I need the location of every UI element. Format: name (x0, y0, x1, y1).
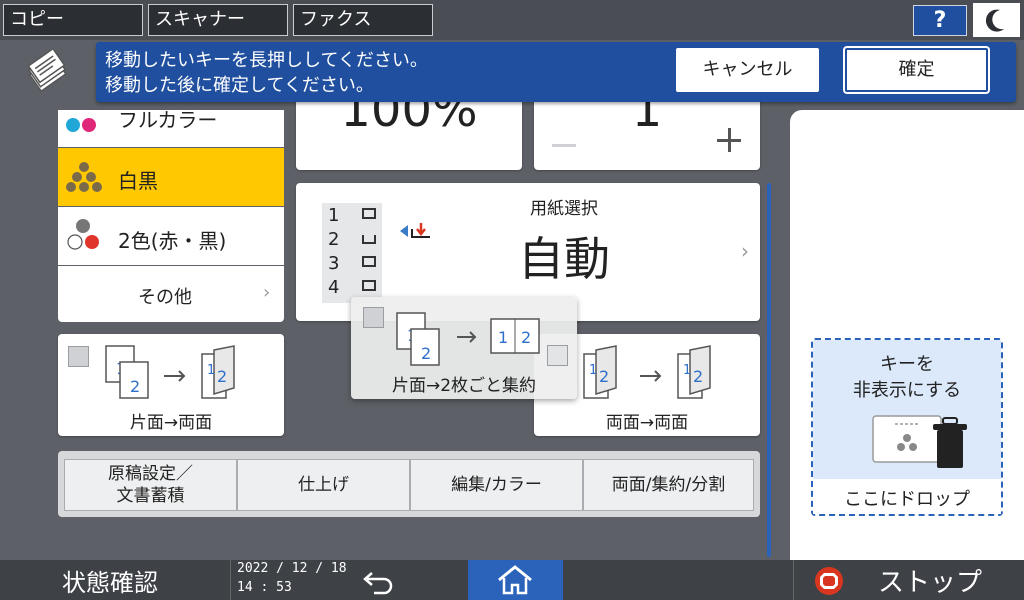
two-color-dots-icon (67, 219, 99, 250)
color-mode-full-color[interactable]: フルカラー (58, 110, 284, 147)
ratio-value: 100% (340, 100, 478, 138)
home-button[interactable] (468, 560, 563, 600)
back-button[interactable] (350, 560, 410, 600)
chevron-right-icon: › (741, 239, 749, 263)
checkbox[interactable] (547, 345, 568, 366)
single-to-2in1-icon: 1 2 1 2 (396, 312, 540, 366)
two-color-label: 2色(赤・黒) (118, 229, 227, 253)
tray-1-label: 1 (328, 205, 339, 226)
date-text: 2022 / 12 / 18 (237, 561, 347, 576)
svg-text:2: 2 (421, 344, 431, 363)
minus-button[interactable] (552, 144, 576, 147)
single-to-double-label: 片面→両面 (129, 413, 213, 433)
drop-zone-label: ここにドロップ (844, 489, 970, 510)
svg-text:1: 1 (589, 363, 597, 378)
chevron-right-icon: › (263, 282, 271, 303)
tray-2-label: 2 (328, 229, 339, 250)
time-text: 14 : 53 (237, 580, 292, 595)
status-check-button[interactable]: 状態確認 (0, 560, 230, 600)
dragging-key-2in1[interactable]: 1 2 1 2 片面→2枚ごと集約 (351, 297, 577, 399)
color-mode-other[interactable]: その他 › (58, 266, 284, 322)
drop-zone-line-1: キーを (880, 354, 934, 375)
tab-edit-color[interactable]: 編集/カラー (410, 459, 583, 511)
instruction-line-1: 移動したいキーを長押ししてください。 (105, 50, 428, 71)
bw-label: 白黒 (118, 169, 158, 193)
tab-original-settings[interactable]: 原稿設定／ 文書蓄積 (64, 459, 237, 511)
double-to-double-label: 両面→両面 (605, 413, 689, 433)
paper-tray-icon: 1 2 3 4 (322, 203, 430, 303)
svg-text:1: 1 (683, 363, 691, 378)
paper-select-title: 用紙選択 (530, 199, 598, 219)
copies-card: 1 (534, 100, 760, 170)
single-to-2in1-label: 片面→2枚ごと集約 (391, 376, 537, 396)
stop-label: ストップ (878, 568, 983, 598)
help-button[interactable]: ? (913, 5, 967, 36)
svg-text:1: 1 (207, 363, 215, 378)
color-mode-bw[interactable]: 白黒 (58, 148, 284, 206)
checkbox[interactable] (68, 346, 89, 367)
night-mode-button[interactable] (973, 3, 1020, 37)
magenta-dot-icon (82, 118, 96, 132)
paper-select-value: 自動 (518, 232, 610, 286)
home-icon (498, 565, 532, 595)
tray-3-label: 3 (328, 253, 339, 274)
ratio-card[interactable]: 100% (296, 100, 522, 170)
svg-text:2: 2 (130, 377, 140, 396)
other-label: その他 (138, 287, 192, 308)
instruction-line-2: 移動した後に確定してください。 (105, 75, 374, 96)
scrollbar[interactable] (767, 183, 771, 557)
document-stack-icon (22, 47, 74, 100)
svg-text:2: 2 (599, 367, 609, 386)
hide-key-drop-zone[interactable]: キーを 非表示にする ここにドロップ (811, 338, 1003, 516)
svg-text:2: 2 (217, 367, 227, 386)
trash-key-icon (872, 415, 967, 468)
tray-4-label: 4 (328, 277, 339, 298)
function-tabs: 原稿設定／ 文書蓄積 仕上げ 編集/カラー 両面/集約/分割 (58, 451, 760, 517)
status-bar: 状態確認 2022 / 12 / 18 14 : 53 ストップ (0, 560, 1024, 600)
svg-text:2: 2 (521, 328, 531, 347)
instruction-banner: 移動したいキーを長押ししてください。 移動した後に確定してください。 キャンセル… (96, 42, 1016, 102)
tab-duplex-combine[interactable]: 両面/集約/分割 (583, 459, 754, 511)
tab-scanner[interactable]: スキャナー (148, 4, 288, 36)
stop-icon (815, 567, 843, 595)
stop-button[interactable]: ストップ (800, 560, 1024, 600)
svg-text:1: 1 (498, 328, 508, 347)
full-color-label: フルカラー (118, 110, 218, 132)
svg-text:2: 2 (693, 367, 703, 386)
double-to-double-icon: 1 2 1 2 (583, 345, 711, 399)
checkbox[interactable] (363, 307, 384, 328)
back-arrow-icon (363, 572, 393, 595)
top-bar: コピー スキャナー ファクス ? (0, 0, 1024, 40)
black-toner-dots-icon (66, 162, 102, 192)
cyan-dot-icon (66, 118, 80, 132)
single-to-double-icon: 1 2 1 2 (105, 345, 235, 399)
moon-icon (985, 9, 1004, 32)
tab-finishing[interactable]: 仕上げ (237, 459, 410, 511)
status-check-label: 状態確認 (62, 569, 158, 597)
plus-button[interactable] (716, 126, 744, 156)
cancel-button[interactable]: キャンセル (676, 48, 819, 92)
confirm-button[interactable]: 確定 (845, 48, 988, 92)
tab-fax[interactable]: ファクス (293, 4, 433, 36)
drop-panel: キーを 非表示にする ここにドロップ (790, 110, 1024, 560)
color-mode-two-color[interactable]: 2色(赤・黒) (58, 207, 284, 265)
drop-zone-line-2: 非表示にする (852, 380, 962, 401)
duplex-single-to-double-card[interactable]: 1 2 1 2 片面→両面 (58, 334, 284, 436)
tab-copy[interactable]: コピー (3, 4, 143, 36)
